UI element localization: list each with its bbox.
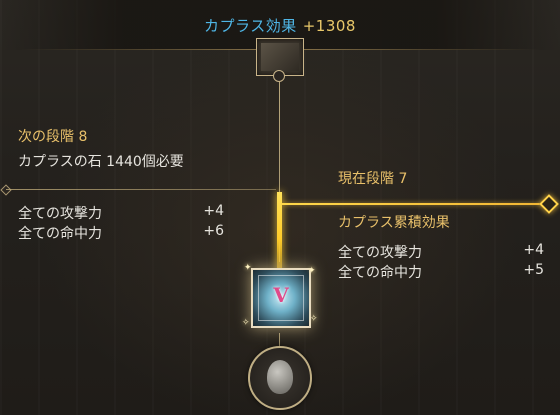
next-stage-requirement: カプラスの石 1440個必要 (18, 154, 184, 170)
current-stat-value: +4 (523, 242, 544, 258)
current-stage-title: 現在段階 7 (338, 171, 408, 187)
header-title: カプラス効果 +1308 (0, 15, 560, 36)
stone-graphic (267, 360, 293, 394)
next-stat-label: 全ての攻撃力 (18, 206, 102, 222)
sparkle-icon: ✧ (242, 318, 250, 328)
current-stat-label: 全ての命中力 (338, 265, 422, 281)
current-stat-label: 全ての攻撃力 (338, 245, 422, 261)
kapras-stone-icon[interactable] (248, 346, 312, 410)
diamond-active-icon (539, 194, 559, 214)
next-stage-title: 次の段階 8 (18, 129, 88, 145)
sparkle-icon: ✧ (310, 314, 318, 324)
next-stat-label: 全ての命中力 (18, 226, 102, 242)
current-stage-section-title: カプラス累積効果 (338, 215, 450, 231)
node-connector (273, 70, 285, 82)
sparkle-icon: ✦ (244, 263, 252, 273)
header-title-text: カプラス効果 (204, 17, 297, 35)
kapras-node-icon[interactable] (256, 38, 304, 82)
node-art (261, 43, 299, 71)
next-stat-value: +4 (203, 203, 224, 219)
v-emblem-icon: V (273, 283, 289, 307)
diamond-icon (0, 184, 12, 196)
header-title-value: +1308 (302, 17, 356, 35)
current-stat-value: +5 (523, 262, 544, 278)
next-stat-value: +6 (203, 223, 224, 239)
current-stage-divider (282, 203, 544, 205)
kapras-current-node-icon[interactable]: V (251, 268, 311, 328)
next-stage-divider (6, 189, 276, 190)
sparkle-icon: ✦ (308, 266, 316, 276)
